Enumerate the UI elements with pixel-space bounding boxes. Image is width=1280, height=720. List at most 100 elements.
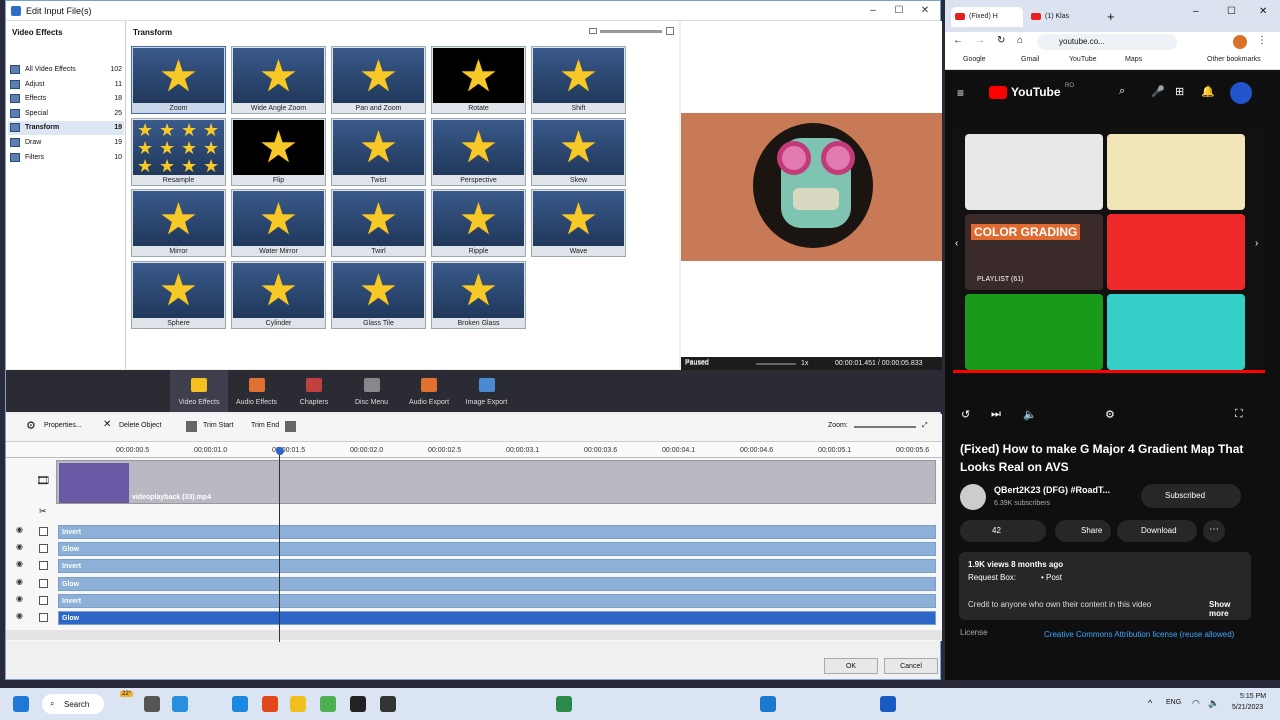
end-thumb-5[interactable] (965, 294, 1103, 370)
replay-icon[interactable]: ↺ (961, 408, 970, 421)
download-button[interactable]: Download (1117, 520, 1197, 542)
volume-icon[interactable]: 🔈 (1208, 698, 1219, 709)
bookmark-gmail[interactable]: Gmail (1021, 56, 1039, 63)
clock-time[interactable]: 5:15 PM (1240, 693, 1266, 700)
large-thumb-icon[interactable] (666, 27, 674, 35)
back-icon[interactable]: ← (953, 35, 963, 46)
home-icon[interactable]: ⌂ (1017, 35, 1023, 46)
zoom-slider[interactable] (854, 426, 916, 428)
trim-start-button[interactable]: Trim Start (203, 422, 233, 429)
avs-editor-icon[interactable] (556, 696, 572, 712)
hamburger-icon[interactable]: ≡ (957, 86, 964, 100)
close-icon[interactable]: ✕ (918, 4, 932, 18)
speed-slider[interactable] (756, 363, 796, 365)
effect-tile[interactable]: ★ Perspective (431, 117, 526, 186)
lock-icon[interactable] (39, 544, 48, 554)
bell-icon[interactable]: 🔔 (1201, 85, 1215, 98)
lock-icon[interactable] (39, 561, 48, 571)
clock-date[interactable]: 5/21/2023 (1232, 704, 1263, 711)
minimize-icon[interactable]: – (1193, 6, 1199, 17)
menu-icon[interactable]: ⋮ (1257, 35, 1267, 46)
tab-4[interactable]: Audio Export (400, 370, 458, 412)
effect-tile[interactable]: ★ Wave (531, 189, 626, 257)
video-track[interactable]: videoplayback (33).mp4 (56, 460, 936, 504)
effect-track[interactable]: Invert (58, 525, 936, 539)
task-view-icon[interactable] (144, 696, 160, 712)
properties-button[interactable]: Properties... (44, 422, 82, 429)
end-thumb-4[interactable] (1107, 214, 1245, 290)
youtube-logo-icon[interactable] (989, 86, 1007, 99)
eye-icon[interactable]: ◉ (16, 611, 23, 620)
youtube-brand[interactable]: YouTube (1011, 85, 1061, 99)
chevron-left-icon[interactable]: ‹ (955, 238, 958, 249)
end-thumb-3[interactable]: COLOR GRADING PLAYLIST (61) (965, 214, 1103, 290)
category-3[interactable]: Special 25 (8, 107, 124, 121)
effect-tile[interactable]: ★ Skew (531, 117, 626, 186)
chevron-right-icon[interactable]: › (1255, 238, 1258, 249)
effect-tile[interactable]: ★ Broken Glass (431, 260, 526, 329)
channel-avatar[interactable] (960, 484, 986, 510)
lock-icon[interactable] (39, 613, 48, 622)
wifi-icon[interactable]: ◠ (1192, 698, 1200, 709)
thumb-size-slider[interactable] (600, 30, 662, 33)
trim-end-button[interactable]: Trim End (251, 422, 279, 429)
app-icon[interactable] (380, 696, 396, 712)
close-icon[interactable]: ✕ (1259, 6, 1267, 17)
search-icon[interactable]: ⌕ (1119, 85, 1125, 98)
create-icon[interactable]: ⊞ (1175, 85, 1184, 98)
effect-tile[interactable]: ★ Mirror (131, 189, 226, 257)
effect-tile[interactable]: ★ Rotate (431, 46, 526, 114)
firefox-icon[interactable] (262, 696, 278, 712)
profile-avatar[interactable] (1233, 35, 1247, 49)
effect-tile[interactable]: ★ Shift (531, 46, 626, 114)
effect-tile[interactable]: ★ Water Mirror (231, 189, 326, 257)
post-link[interactable]: • Post (1041, 573, 1062, 582)
cancel-button[interactable]: Cancel (884, 658, 938, 674)
explorer-icon[interactable] (290, 696, 306, 712)
lock-icon[interactable] (39, 595, 48, 605)
ok-button[interactable]: OK (824, 658, 878, 674)
forward-icon[interactable]: → (975, 35, 985, 46)
category-1[interactable]: Adjust 11 (8, 78, 124, 92)
eye-icon[interactable]: ◉ (16, 594, 23, 603)
description-box[interactable]: 1.9K views 8 months ago Request Box: • P… (959, 552, 1251, 620)
effect-tile[interactable]: ★ Glass Tile (331, 260, 426, 329)
category-4[interactable]: Transform 19 (8, 121, 124, 136)
taskbar-search[interactable]: ⌕ Search (42, 694, 104, 714)
chrome-tab-active[interactable]: (Fixed) H (951, 7, 1023, 27)
video-clip[interactable] (59, 463, 129, 503)
chrome-icon[interactable] (320, 696, 336, 712)
effect-tile[interactable]: ★ Zoom (131, 46, 226, 114)
eye-icon[interactable]: ◉ (16, 559, 23, 568)
more-actions-icon[interactable]: ⋯ (1203, 520, 1225, 542)
effect-tile[interactable]: ★ Wide Angle Zoom (231, 46, 326, 114)
effect-tile[interactable]: ★ Ripple (431, 189, 526, 257)
playhead[interactable] (279, 447, 280, 642)
tab-2[interactable]: Chapters (285, 370, 343, 412)
weather-badge[interactable]: 22° (120, 691, 134, 697)
word-icon[interactable] (880, 696, 896, 712)
tab-0[interactable]: Video Effects (170, 370, 228, 412)
effect-tile[interactable]: ★ Twirl (331, 189, 426, 257)
effect-track[interactable]: Glow (58, 542, 936, 557)
gear-icon[interactable]: ⚙ (26, 419, 36, 432)
eye-icon[interactable]: ◉ (16, 525, 23, 534)
effect-track[interactable]: Invert (58, 559, 936, 574)
recorder-icon[interactable] (350, 696, 366, 712)
reload-icon[interactable]: ↻ (997, 35, 1005, 46)
trim-start-icon[interactable] (186, 421, 197, 432)
effect-track[interactable]: Glow (58, 611, 936, 625)
end-thumb-2[interactable] (1107, 134, 1245, 210)
zoom-fit-icon[interactable]: ⤢ (922, 422, 928, 430)
like-button[interactable]: 42 (960, 520, 1046, 542)
lock-icon[interactable] (39, 527, 48, 536)
effect-track[interactable]: Glow (58, 576, 936, 591)
account-avatar[interactable] (1230, 82, 1252, 104)
effect-tile[interactable]: ★ Twist (331, 117, 426, 186)
show-more-link[interactable]: Show more (1209, 600, 1251, 618)
category-2[interactable]: Effects 18 (8, 92, 124, 106)
channel-name[interactable]: QBert2K23 (DFG) #RoadT... (994, 485, 1110, 495)
widgets-icon[interactable] (172, 696, 188, 712)
store-icon[interactable] (760, 696, 776, 712)
lock-icon[interactable] (39, 578, 48, 588)
